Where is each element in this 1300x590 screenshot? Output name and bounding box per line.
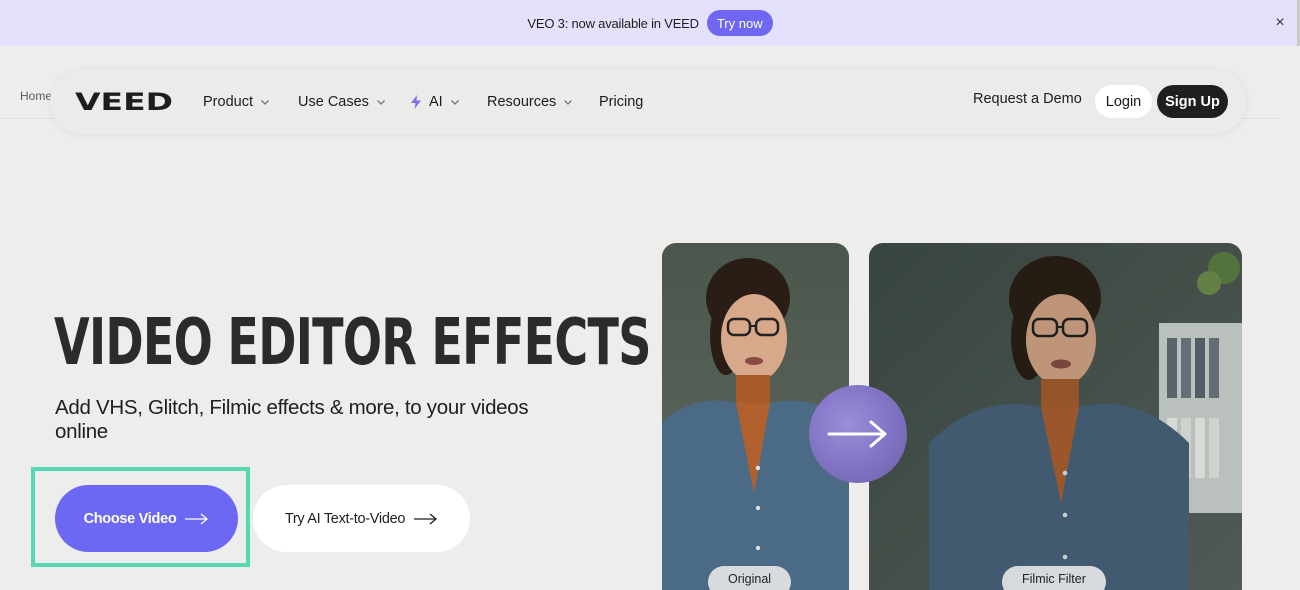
try-ai-text-to-video-button[interactable]: Try AI Text-to-Video <box>253 485 470 552</box>
breadcrumb[interactable]: Home <box>20 89 52 103</box>
login-button[interactable]: Login <box>1095 85 1152 118</box>
nav-pricing-label: Pricing <box>599 94 644 110</box>
lightning-icon <box>411 95 421 109</box>
main-nav: VEED Product Use Cases AI Resources Pric… <box>50 69 1247 134</box>
original-label: Original <box>708 566 792 590</box>
chevron-down-icon <box>261 100 269 105</box>
nav-use-cases[interactable]: Use Cases <box>298 91 386 113</box>
nav-ai[interactable]: AI <box>410 91 460 113</box>
nav-pricing[interactable]: Pricing <box>599 91 643 113</box>
hero-subtitle: Add VHS, Glitch, Filmic effects & more, … <box>55 396 529 443</box>
nav-product-label: Product <box>203 94 253 110</box>
chevron-down-icon <box>376 100 385 105</box>
page-title: VIDEO EDITOR EFFECTS <box>54 306 651 380</box>
announcement-banner: VEO 3: now available in VEED Try now × <box>0 0 1300 46</box>
comparison-arrow <box>809 385 907 483</box>
banner-text: VEO 3: now available in VEED <box>527 15 699 31</box>
nav-product[interactable]: Product <box>203 91 270 113</box>
nav-ai-label: AI <box>429 94 443 110</box>
nav-resources-label: Resources <box>487 94 557 110</box>
try-now-button[interactable]: Try now <box>706 10 773 36</box>
request-demo-link[interactable]: Request a Demo <box>973 91 1082 107</box>
veed-logo[interactable]: VEED <box>75 88 175 117</box>
nav-use-cases-label: Use Cases <box>298 94 369 110</box>
nav-resources[interactable]: Resources <box>487 91 573 113</box>
sign-up-button[interactable]: Sign Up <box>1157 85 1228 118</box>
try-ai-label: Try AI Text-to-Video <box>284 510 406 527</box>
logo-text: VEED <box>75 90 173 112</box>
choose-video-button[interactable]: Choose Video <box>55 485 238 552</box>
choose-video-label: Choose Video <box>83 510 177 527</box>
close-icon[interactable]: × <box>1270 13 1290 33</box>
filmic-filter-label: Filmic Filter <box>1002 566 1106 590</box>
chevron-down-icon <box>450 100 459 105</box>
chevron-down-icon <box>564 100 573 105</box>
arrow-right-icon <box>827 420 887 448</box>
filmic-filter-preview-image: Filmic Filter <box>869 243 1242 590</box>
arrow-right-icon <box>185 513 209 524</box>
arrow-right-icon <box>414 513 438 524</box>
